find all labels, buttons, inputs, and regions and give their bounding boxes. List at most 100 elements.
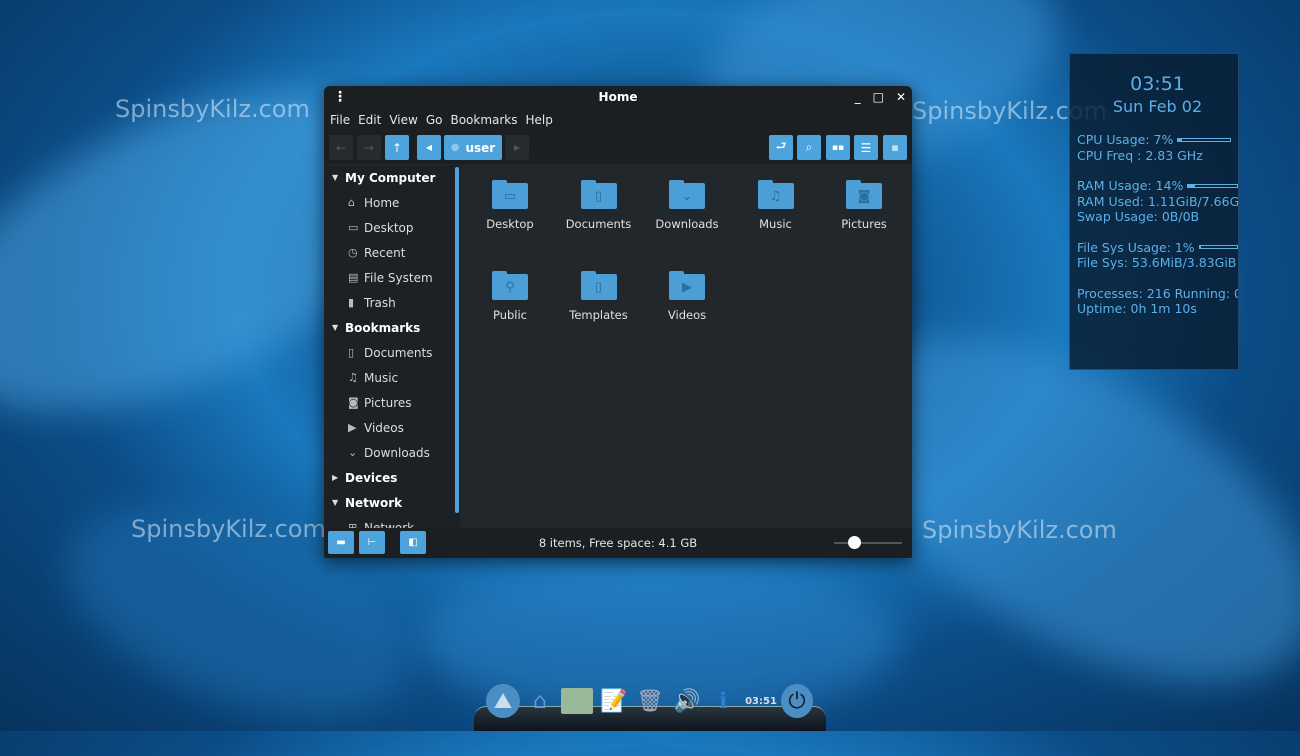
tree-icon: ⊢	[367, 537, 377, 548]
folder-emblem-icon: ▭	[503, 189, 517, 204]
folder-item[interactable]: ▶ Videos	[647, 271, 727, 322]
watermark: SpinsbyKilz.com	[922, 516, 1117, 544]
folder-emblem-icon: ⌄	[681, 189, 693, 204]
list-view-button[interactable]: ☰	[854, 135, 878, 160]
sidebar-scrollbar[interactable]	[455, 167, 459, 513]
folder-item[interactable]: ▯ Documents	[559, 180, 639, 231]
user-icon: ●	[450, 142, 460, 153]
cpu-usage: CPU Usage: 7%	[1077, 132, 1174, 148]
up-button[interactable]: ↑	[385, 135, 409, 160]
window-menu-icon[interactable]: ⋮	[333, 86, 347, 108]
folder-icon: ▯	[580, 180, 617, 209]
sidebar-item[interactable]: ▤ File System	[324, 265, 460, 290]
sidebar-section-header[interactable]: ▼ Network	[324, 490, 460, 515]
file-manager-dock-icon[interactable]	[561, 688, 593, 714]
sidebar-section-header[interactable]: ▼ Bookmarks	[324, 315, 460, 340]
place-icon: ▤	[348, 271, 359, 284]
folder-icon: ♫	[757, 180, 794, 209]
place-icon: ⌂	[348, 196, 355, 209]
sidebar-item[interactable]: ▭ Desktop	[324, 215, 460, 240]
path-label: user	[465, 140, 496, 155]
watermark: SpinsbyKilz.com	[115, 95, 310, 123]
sidebar-item[interactable]: ▶ Videos	[324, 415, 460, 440]
menu-bookmarks[interactable]: Bookmarks	[450, 113, 523, 127]
watermark: SpinsbyKilz.com	[131, 515, 326, 543]
toggle-location-button[interactable]: ⮐	[769, 135, 793, 160]
arrow-up-icon: ↑	[391, 140, 403, 155]
close-button[interactable]: ✕	[896, 86, 906, 108]
show-places-button[interactable]: ▬	[328, 531, 354, 554]
sidebar-item-label: Trash	[364, 295, 396, 310]
sidebar-section-header[interactable]: ▼ My Computer	[324, 165, 460, 190]
folder-label: Pictures	[841, 217, 887, 231]
section-title: Bookmarks	[345, 320, 421, 335]
menu-help[interactable]: Help	[526, 113, 559, 127]
ram-bar	[1187, 183, 1238, 188]
toolbar: ← → ↑ ◀ ● user ▶ ⮐ ⌕ ▪▪ ☰ ▦	[324, 132, 912, 164]
folder-item[interactable]: ▭ Desktop	[470, 180, 550, 231]
menu-view[interactable]: View	[389, 113, 423, 127]
menu-bar: File Edit View Go Bookmarks Help	[324, 108, 912, 132]
caret-right-icon: ▶	[332, 473, 339, 482]
zoom-slider-handle[interactable]	[848, 536, 862, 549]
forward-button[interactable]: →	[357, 135, 381, 160]
processes: Processes: 216 Running: 0	[1077, 285, 1239, 301]
menu-file[interactable]: File	[330, 113, 356, 127]
section-title: Devices	[345, 470, 398, 485]
folder-item[interactable]: ♫ Music	[736, 180, 816, 231]
home-folder-icon[interactable]: ⌂	[525, 684, 555, 718]
menu-go[interactable]: Go	[426, 113, 449, 127]
zoom-slider[interactable]	[834, 536, 902, 549]
volume-icon[interactable]: 🔊	[673, 684, 700, 718]
place-icon: ♫	[348, 371, 358, 384]
text-editor-icon[interactable]: 📝	[600, 684, 627, 718]
sidebar-item-label: Documents	[364, 345, 433, 360]
sidebar-item[interactable]: ♫ Music	[324, 365, 460, 390]
trash-dock-icon[interactable]: 🗑	[636, 684, 664, 718]
folder-icon: ▭	[492, 180, 528, 209]
back-button[interactable]: ←	[329, 135, 353, 160]
place-icon: ⌄	[348, 446, 358, 459]
sidebar-item[interactable]: ⌂ Home	[324, 190, 460, 215]
folder-item[interactable]: ⌄ Downloads	[647, 180, 727, 231]
compact-view-button[interactable]: ▦	[883, 135, 907, 160]
maximize-button[interactable]: □	[873, 86, 884, 108]
uptime: Uptime: 0h 1m 10s	[1077, 301, 1197, 317]
folder-label: Downloads	[655, 217, 719, 231]
hide-sidebar-button[interactable]: ◧	[400, 531, 426, 554]
folder-emblem-icon: ⚲	[505, 280, 515, 295]
search-button[interactable]: ⌕	[797, 135, 821, 160]
sidebar-item[interactable]: ▯ Documents	[324, 340, 460, 365]
icon-view-button[interactable]: ▪▪	[826, 135, 850, 160]
folder-emblem-icon: ◙	[857, 189, 871, 204]
sidebar-item[interactable]: ▮ Trash	[324, 290, 460, 315]
folder-item[interactable]: ⚲ Public	[470, 271, 550, 322]
minimize-button[interactable]: _	[855, 86, 861, 108]
path-button-user[interactable]: ● user	[444, 135, 502, 160]
path-scroll-right-button[interactable]: ▶	[505, 135, 529, 160]
place-icon: ◷	[348, 246, 358, 259]
path-scroll-left-button[interactable]: ◀	[417, 135, 441, 160]
folder-item[interactable]: ◙ Pictures	[824, 180, 904, 231]
power-icon[interactable]: ⏻	[781, 684, 813, 718]
info-icon[interactable]: ℹ	[708, 684, 738, 718]
conky-time: 03:51	[1130, 73, 1185, 95]
folder-label: Desktop	[486, 217, 534, 231]
sidebar-item[interactable]: ◙ Pictures	[324, 390, 460, 415]
folder-icon: ◙	[846, 180, 882, 209]
sidebar-item[interactable]: ◷ Recent	[324, 240, 460, 265]
folder-item[interactable]: ▯ Templates	[559, 271, 639, 322]
search-icon: ⌕	[805, 140, 813, 154]
location-toggle-icon: ⮐	[775, 139, 787, 153]
app-menu-icon[interactable]: ⛰	[486, 684, 520, 718]
sidebar-item-label: Network	[364, 520, 415, 529]
title-bar[interactable]: ⋮ Home _ □ ✕	[324, 86, 912, 108]
sidebar-item[interactable]: ⊞ Network	[324, 515, 460, 529]
show-tree-button[interactable]: ⊢	[359, 531, 385, 554]
sidebar-item[interactable]: ⌄ Downloads	[324, 440, 460, 465]
sidebar-item-label: Pictures	[364, 395, 412, 410]
sidebar-section-header[interactable]: ▶ Devices	[324, 465, 460, 490]
menu-edit[interactable]: Edit	[358, 113, 387, 127]
sidebar-item-label: Desktop	[364, 220, 414, 235]
ram-usage: RAM Usage: 14%	[1077, 178, 1184, 194]
